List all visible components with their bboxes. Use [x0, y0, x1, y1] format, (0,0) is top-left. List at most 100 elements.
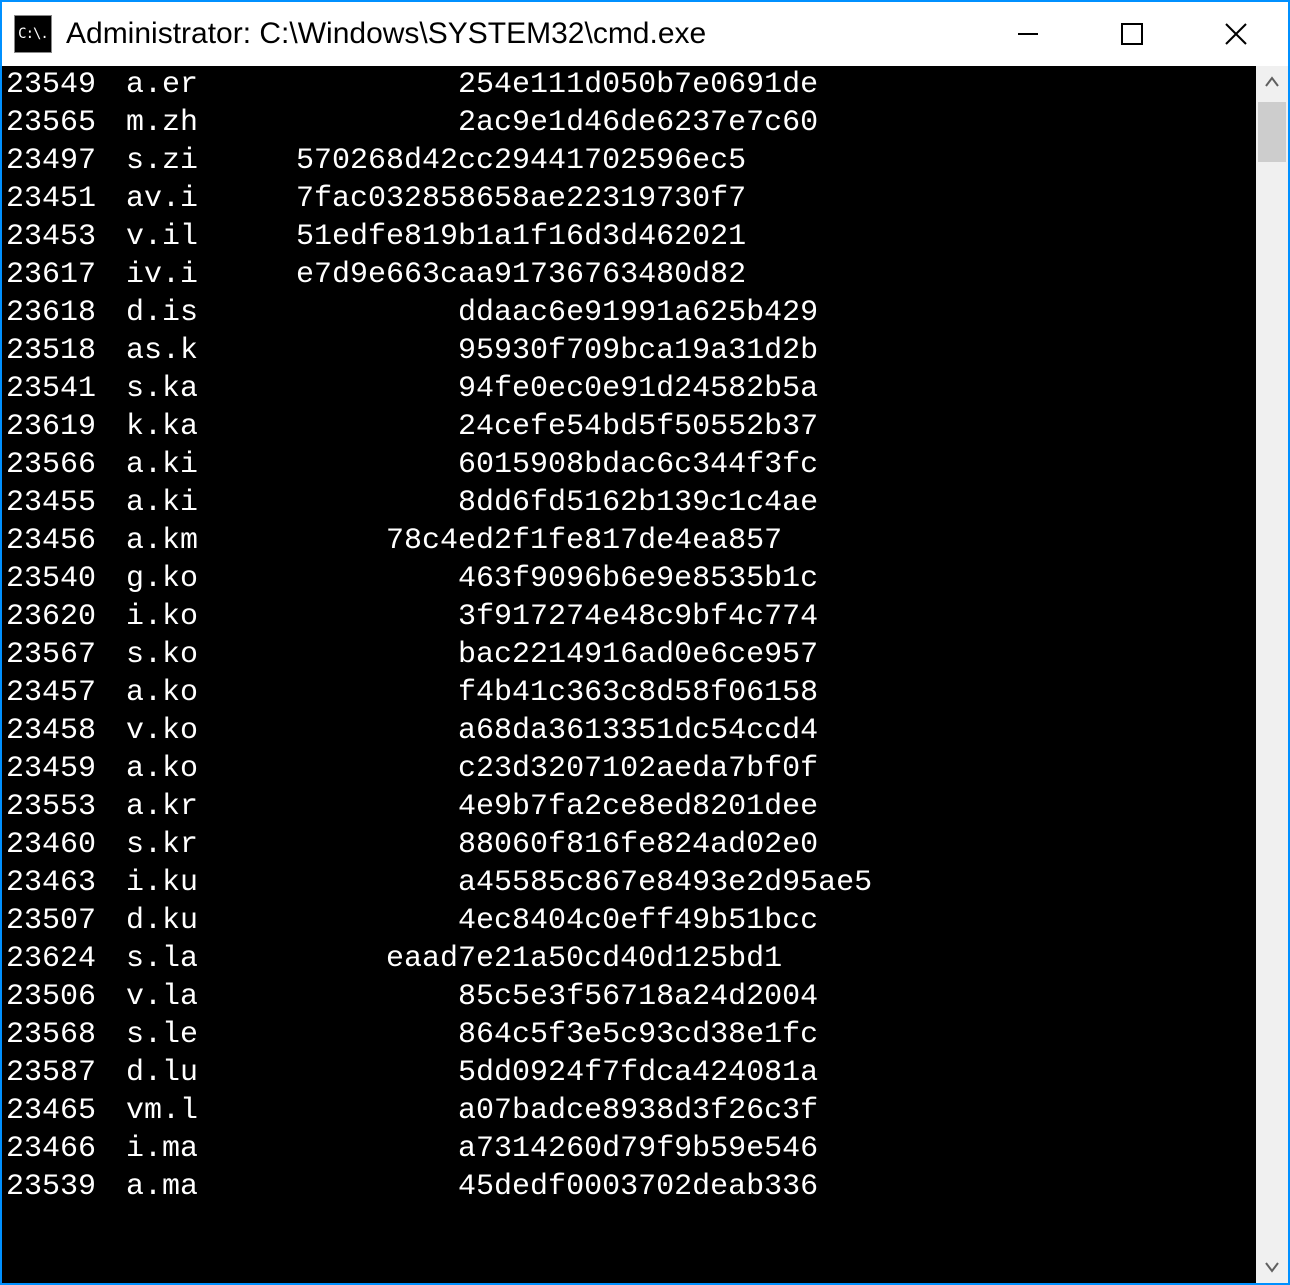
row-hash: 78c4ed2f1fe817de4ea857	[386, 522, 782, 560]
redacted-segment	[782, 942, 926, 976]
row-hash: eaad7e21a50cd40d125bd1	[386, 940, 782, 978]
app-icon: C:\.	[14, 15, 52, 53]
terminal-row: 23518as.k 95930f709bca19a31d2b	[6, 332, 1256, 370]
row-id: 23565	[6, 104, 126, 142]
terminal-row: 23620i.ko 3f917274e48c9bf4c774	[6, 598, 1256, 636]
row-id: 23541	[6, 370, 126, 408]
row-name: av.i	[126, 180, 206, 218]
vertical-scrollbar[interactable]	[1256, 66, 1288, 1283]
redacted-segment	[818, 600, 962, 634]
row-name: a.kr	[126, 788, 206, 826]
redacted-segment	[818, 334, 962, 368]
terminal-row: 23617iv.i e7d9e663caa91736763480d82	[6, 256, 1256, 294]
redacted-segment	[206, 144, 296, 178]
row-id: 23465	[6, 1092, 126, 1130]
row-id: 23453	[6, 218, 126, 256]
row-name: a.ki	[126, 446, 206, 484]
terminal-row: 23566a.ki 6015908bdac6c344f3fc	[6, 446, 1256, 484]
titlebar[interactable]: C:\. Administrator: C:\Windows\SYSTEM32\…	[2, 2, 1288, 66]
redacted-segment	[782, 524, 926, 558]
maximize-button[interactable]	[1080, 2, 1184, 66]
row-id: 23518	[6, 332, 126, 370]
redacted-segment	[818, 752, 962, 786]
row-hash: 2ac9e1d46de6237e7c60	[458, 104, 818, 142]
row-id: 23459	[6, 750, 126, 788]
row-hash: a68da3613351dc54ccd4	[458, 712, 818, 750]
terminal-row: 23618d.is ddaac6e91991a625b429	[6, 294, 1256, 332]
redacted-segment	[818, 980, 962, 1014]
terminal-row: 23457a.ko f4b41c363c8d58f06158	[6, 674, 1256, 712]
terminal-row: 23541s.ka 94fe0ec0e91d24582b5a	[6, 370, 1256, 408]
row-hash: 254e111d050b7e0691de	[458, 66, 818, 104]
row-hash: 7fac032858658ae22319730f7	[296, 180, 746, 218]
redacted-segment	[206, 182, 296, 216]
redacted-segment	[818, 68, 962, 102]
redacted-segment	[206, 714, 458, 748]
row-hash: 95930f709bca19a31d2b	[458, 332, 818, 370]
row-id: 23455	[6, 484, 126, 522]
row-name: a.km	[126, 522, 206, 560]
row-name: a.ko	[126, 750, 206, 788]
scroll-thumb[interactable]	[1258, 102, 1286, 162]
row-name: m.zh	[126, 104, 206, 142]
row-name: as.k	[126, 332, 206, 370]
row-hash: 88060f816fe824ad02e0	[458, 826, 818, 864]
row-name: a.er	[126, 66, 206, 104]
redacted-segment	[206, 410, 458, 444]
terminal-output[interactable]: 23549a.er 254e111d050b7e0691de 23565m.zh…	[2, 66, 1256, 1283]
redacted-segment	[872, 866, 1016, 900]
row-hash: 463f9096b6e9e8535b1c	[458, 560, 818, 598]
redacted-segment	[206, 1094, 458, 1128]
row-name: v.la	[126, 978, 206, 1016]
redacted-segment	[206, 562, 458, 596]
row-id: 23539	[6, 1168, 126, 1206]
terminal-row: 23463i.ku a45585c867e8493e2d95ae5	[6, 864, 1256, 902]
row-name: a.ki	[126, 484, 206, 522]
close-button[interactable]	[1184, 2, 1288, 66]
row-hash: 3f917274e48c9bf4c774	[458, 598, 818, 636]
redacted-segment	[206, 1132, 458, 1166]
row-hash: 4e9b7fa2ce8ed8201dee	[458, 788, 818, 826]
redacted-segment	[818, 486, 962, 520]
row-name: d.is	[126, 294, 206, 332]
row-id: 23567	[6, 636, 126, 674]
redacted-segment	[206, 1170, 458, 1204]
redacted-segment	[818, 372, 962, 406]
row-hash: 6015908bdac6c344f3fc	[458, 446, 818, 484]
row-hash: ddaac6e91991a625b429	[458, 294, 818, 332]
redacted-segment	[206, 942, 386, 976]
minimize-button[interactable]	[976, 2, 1080, 66]
terminal-row: 23460s.kr 88060f816fe824ad02e0	[6, 826, 1256, 864]
row-name: d.lu	[126, 1054, 206, 1092]
scroll-down-button[interactable]	[1256, 1251, 1288, 1283]
row-name: vm.l	[126, 1092, 206, 1130]
row-name: s.ka	[126, 370, 206, 408]
scroll-up-button[interactable]	[1256, 66, 1288, 98]
redacted-segment	[818, 448, 962, 482]
row-hash: 864c5f3e5c93cd38e1fc	[458, 1016, 818, 1054]
redacted-segment	[206, 752, 458, 786]
redacted-segment	[818, 676, 962, 710]
row-id: 23507	[6, 902, 126, 940]
terminal-row: 23568s.le 864c5f3e5c93cd38e1fc	[6, 1016, 1256, 1054]
redacted-segment	[818, 1170, 962, 1204]
row-id: 23566	[6, 446, 126, 484]
terminal-row: 23453v.il 51edfe819b1a1f16d3d462021	[6, 218, 1256, 256]
window-title: Administrator: C:\Windows\SYSTEM32\cmd.e…	[66, 17, 706, 51]
row-name: k.ka	[126, 408, 206, 446]
redacted-segment	[818, 562, 962, 596]
row-name: i.ko	[126, 598, 206, 636]
row-hash: a7314260d79f9b59e546	[458, 1130, 818, 1168]
redacted-segment	[818, 828, 962, 862]
app-icon-text: C:\.	[18, 26, 48, 42]
row-id: 23549	[6, 66, 126, 104]
chevron-down-icon	[1264, 1259, 1280, 1275]
redacted-segment	[746, 182, 890, 216]
row-hash: 51edfe819b1a1f16d3d462021	[296, 218, 746, 256]
row-hash: 5dd0924f7fdca424081a	[458, 1054, 818, 1092]
terminal-row: 23497s.zi 570268d42cc29441702596ec5	[6, 142, 1256, 180]
terminal-row: 23567s.ko bac2214916ad0e6ce957	[6, 636, 1256, 674]
row-id: 23460	[6, 826, 126, 864]
redacted-segment	[206, 790, 458, 824]
redacted-segment	[818, 638, 962, 672]
